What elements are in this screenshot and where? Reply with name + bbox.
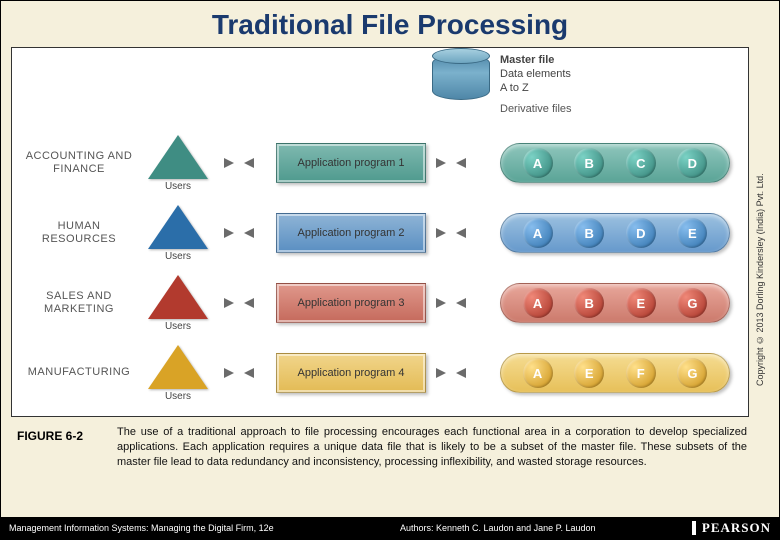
arrow-right-icon	[436, 298, 446, 308]
triangle-icon	[148, 275, 208, 319]
arrow-left-icon	[456, 228, 466, 238]
data-elements-pill: ABEG	[500, 283, 730, 323]
arrow-left-icon	[244, 368, 254, 378]
triangle-icon	[148, 205, 208, 249]
arrow-right-icon	[436, 158, 446, 168]
data-element-disc: G	[677, 358, 707, 388]
database-icon	[432, 54, 490, 100]
application-plaque: Application program 4	[276, 353, 426, 393]
data-element-disc: A	[523, 288, 553, 318]
arrow-right-icon	[224, 368, 234, 378]
footer-book-title: Management Information Systems: Managing…	[9, 523, 274, 533]
diagram-row-1: HUMAN RESOURCES Users Application program …	[20, 200, 740, 266]
slide-title: Traditional File Processing	[1, 1, 779, 47]
data-element-disc: B	[574, 148, 604, 178]
data-element-disc: B	[574, 218, 604, 248]
master-file-labels: Master file Data elements A to Z Derivat…	[500, 54, 572, 117]
users-label: Users	[165, 251, 191, 262]
users-triangle: Users	[138, 205, 218, 262]
arrow-right-icon	[224, 228, 234, 238]
data-element-disc: G	[677, 288, 707, 318]
data-elements-pill: ABDE	[500, 213, 730, 253]
department-label: HUMAN RESOURCES	[20, 220, 138, 246]
data-element-disc: E	[574, 358, 604, 388]
data-element-disc: F	[626, 358, 656, 388]
arrow-right-icon	[224, 158, 234, 168]
arrow-left-icon	[456, 158, 466, 168]
data-element-disc: A	[523, 358, 553, 388]
publisher-logo: PEARSON	[692, 520, 771, 536]
application-plaque: Application program 2	[276, 213, 426, 253]
figure-caption-row: FIGURE 6-2 The use of a traditional appr…	[17, 425, 747, 470]
triangle-icon	[148, 345, 208, 389]
data-element-disc: B	[574, 288, 604, 318]
users-label: Users	[165, 181, 191, 192]
data-element-disc: A	[523, 218, 553, 248]
arrow-left-icon	[244, 298, 254, 308]
data-element-disc: E	[677, 218, 707, 248]
data-elements-pill: AEFG	[500, 353, 730, 393]
data-element-disc: A	[523, 148, 553, 178]
triangle-icon	[148, 135, 208, 179]
arrow-left-icon	[456, 298, 466, 308]
arrow-left-icon	[244, 158, 254, 168]
users-triangle: Users	[138, 275, 218, 332]
data-elements-pill: ABCD	[500, 143, 730, 183]
diagram-row-0: ACCOUNTING AND FINANCE Users Application p…	[20, 130, 740, 196]
copyright-vertical: Copyright © 2013 Dorling Kindersley (Ind…	[755, 51, 775, 509]
users-triangle: Users	[138, 345, 218, 402]
department-label: SALES AND MARKETING	[20, 290, 138, 316]
application-plaque: Application program 3	[276, 283, 426, 323]
data-element-disc: D	[626, 218, 656, 248]
master-file-block: Master file Data elements A to Z Derivat…	[432, 54, 572, 117]
footer-authors: Authors: Kenneth C. Laudon and Jane P. L…	[400, 523, 596, 533]
arrow-left-icon	[244, 228, 254, 238]
slide-footer: Management Information Systems: Managing…	[1, 517, 779, 539]
data-element-disc: C	[626, 148, 656, 178]
application-plaque: Application program 1	[276, 143, 426, 183]
derivative-files-label: Derivative files	[500, 103, 572, 117]
diagram-row-3: MANUFACTURING Users Application program 4 A…	[20, 340, 740, 406]
users-triangle: Users	[138, 135, 218, 192]
figure-caption: The use of a traditional approach to fil…	[117, 425, 747, 470]
figure-number: FIGURE 6-2	[17, 425, 117, 443]
arrow-right-icon	[224, 298, 234, 308]
arrow-right-icon	[436, 228, 446, 238]
data-element-disc: E	[626, 288, 656, 318]
diagram-frame: Master file Data elements A to Z Derivat…	[11, 47, 749, 417]
data-element-disc: D	[677, 148, 707, 178]
arrow-right-icon	[436, 368, 446, 378]
users-label: Users	[165, 321, 191, 332]
department-label: ACCOUNTING AND FINANCE	[20, 150, 138, 176]
department-label: MANUFACTURING	[20, 366, 138, 379]
arrow-left-icon	[456, 368, 466, 378]
users-label: Users	[165, 391, 191, 402]
diagram-row-2: SALES AND MARKETING Users Application prog…	[20, 270, 740, 336]
